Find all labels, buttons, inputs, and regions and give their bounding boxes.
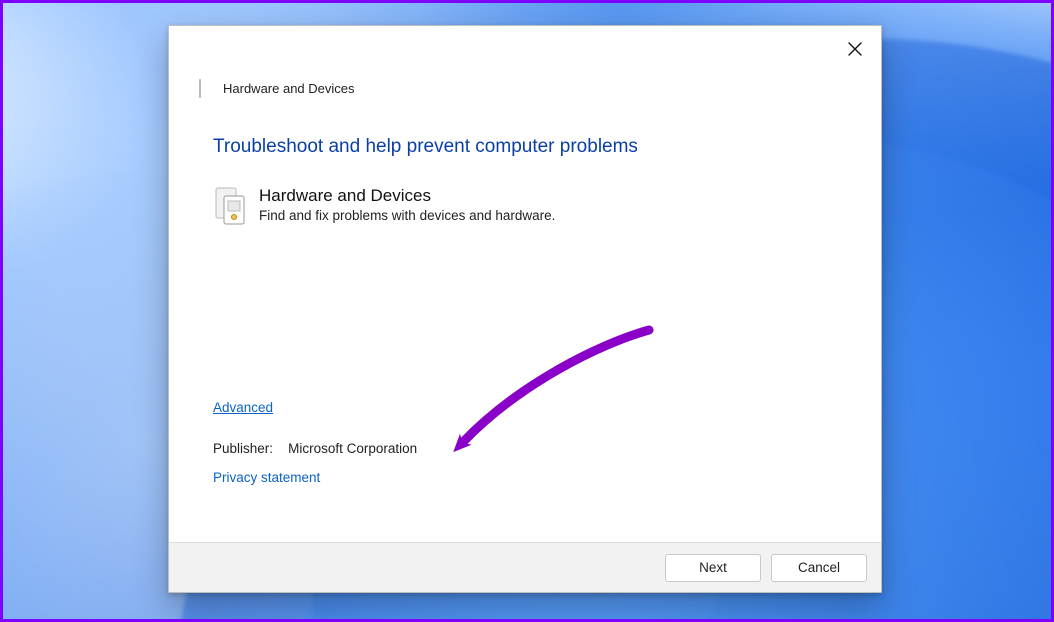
dialog-header: Hardware and Devices: [169, 62, 881, 100]
privacy-statement-link[interactable]: Privacy statement: [213, 470, 320, 485]
publisher-row: Publisher: Microsoft Corporation: [213, 441, 837, 456]
dialog-content: Troubleshoot and help prevent computer p…: [169, 136, 881, 487]
cancel-button[interactable]: Cancel: [771, 554, 867, 582]
advanced-link[interactable]: Advanced: [213, 400, 273, 415]
window-title: Hardware and Devices: [223, 81, 355, 96]
section-description: Find and fix problems with devices and h…: [259, 208, 555, 223]
close-icon: [848, 42, 862, 59]
close-button[interactable]: [839, 36, 871, 64]
hardware-icon: [213, 186, 247, 226]
next-button[interactable]: Next: [665, 554, 761, 582]
section-title: Hardware and Devices: [259, 186, 555, 206]
instruction-text: Troubleshoot and help prevent computer p…: [213, 136, 837, 158]
section-row: Hardware and Devices Find and fix proble…: [213, 186, 837, 226]
screenshot-viewport: Hardware and Devices Troubleshoot and he…: [0, 0, 1054, 622]
troubleshooter-dialog: Hardware and Devices Troubleshoot and he…: [168, 25, 882, 593]
publisher-label: Publisher:: [213, 441, 273, 456]
troubleshooter-icon: [199, 80, 215, 96]
dialog-footer: Next Cancel: [169, 542, 881, 592]
dialog-titlebar: [169, 26, 881, 62]
publisher-value: Microsoft Corporation: [288, 441, 417, 456]
